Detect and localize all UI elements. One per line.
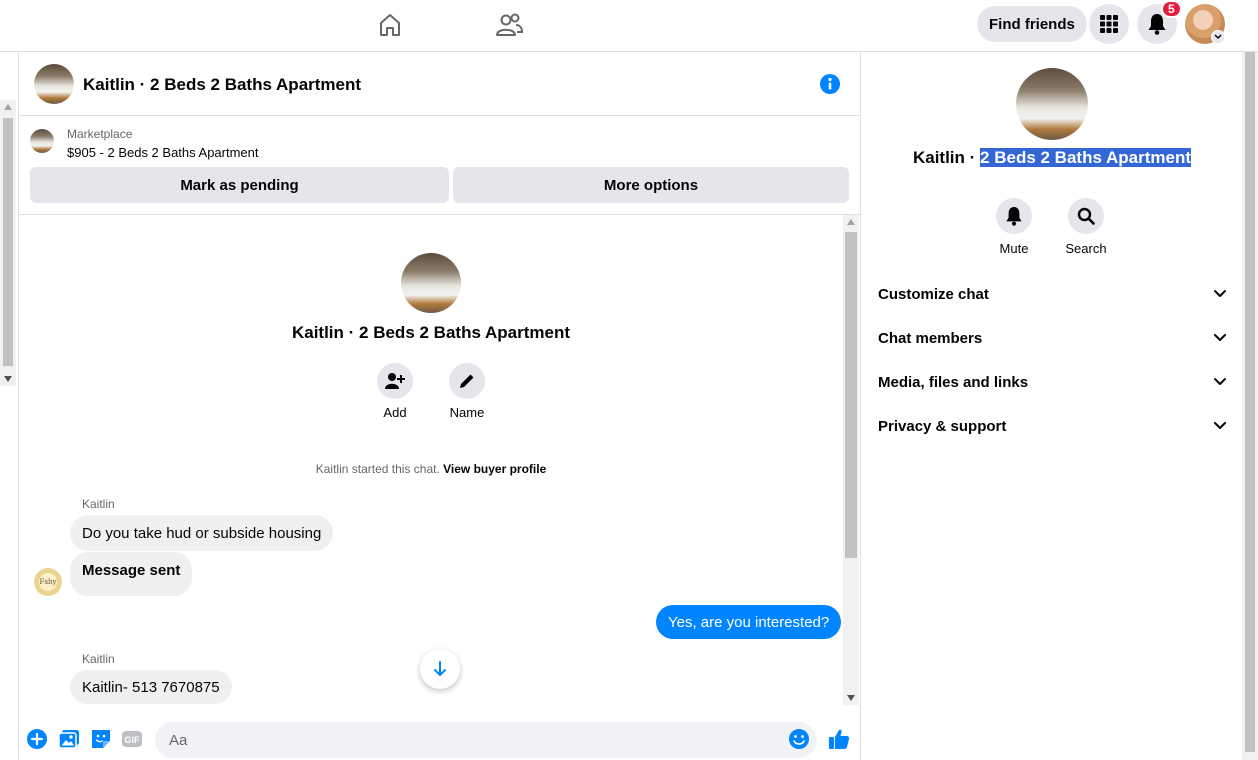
home-icon[interactable] xyxy=(370,8,410,42)
message-sender: Kaitlin xyxy=(82,652,115,666)
chat-panel: Kaitlin · 2 Beds 2 Baths Apartment Marke… xyxy=(18,52,861,760)
conversation-details-panel: Kaitlin · 2 Beds 2 Baths Apartment Mute … xyxy=(862,52,1242,760)
mark-as-pending-button[interactable]: Mark as pending xyxy=(30,167,449,203)
svg-text:GIF: GIF xyxy=(125,735,141,745)
info-icon[interactable] xyxy=(819,73,841,95)
selected-text: 2 Beds 2 Baths Apartment xyxy=(980,148,1192,167)
privacy-support-section[interactable]: Privacy & support xyxy=(878,406,1226,446)
chat-avatar[interactable] xyxy=(34,64,74,104)
more-options-button[interactable]: More options xyxy=(453,167,849,203)
chat-started-text: Kaitlin started this chat. xyxy=(315,462,440,476)
arrow-down-icon xyxy=(434,661,446,676)
add-member-button[interactable]: Add xyxy=(365,363,425,420)
message-sender: Kaitlin xyxy=(82,497,115,511)
details-chat-name: Kaitlin · 2 Beds 2 Baths Apartment xyxy=(862,148,1242,168)
details-avatar[interactable] xyxy=(1016,68,1088,140)
scroll-to-bottom-button[interactable] xyxy=(420,649,460,689)
notification-count-badge: 5 xyxy=(1161,0,1182,18)
scrollbar-thumb[interactable] xyxy=(3,118,13,366)
left-scrollbar[interactable] xyxy=(0,100,16,386)
intro-avatar xyxy=(401,253,461,313)
chevron-down-icon xyxy=(1214,422,1226,429)
menu-grid-icon[interactable] xyxy=(1089,4,1129,44)
listing-thumbnail[interactable] xyxy=(30,129,54,153)
find-friends-button[interactable]: Find friends xyxy=(977,6,1087,42)
thumbs-up-icon[interactable] xyxy=(827,727,851,751)
customize-chat-section[interactable]: Customize chat xyxy=(878,274,1226,314)
search-label: Search xyxy=(1065,241,1107,256)
plus-icon[interactable] xyxy=(25,727,49,751)
message-input[interactable] xyxy=(155,722,817,758)
intro-chat-name: Kaitlin · 2 Beds 2 Baths Apartment xyxy=(291,323,571,342)
marketplace-listing-banner: Marketplace $905 - 2 Beds 2 Baths Apartm… xyxy=(19,117,861,215)
messages-scrollbar[interactable] xyxy=(843,215,859,705)
scrollbar-thumb[interactable] xyxy=(1245,52,1255,752)
section-label: Media, files and links xyxy=(878,373,1029,391)
outgoing-message[interactable]: Yes, are you interested? xyxy=(656,605,842,639)
sender-avatar[interactable]: Fshy xyxy=(34,568,62,596)
top-navigation-bar: Find friends 5 xyxy=(0,0,1258,52)
bell-icon[interactable] xyxy=(996,198,1032,234)
add-label: Add xyxy=(383,405,407,420)
chat-header: Kaitlin · 2 Beds 2 Baths Apartment xyxy=(19,52,861,116)
message-composer: GIF xyxy=(19,705,861,760)
chevron-down-icon[interactable] xyxy=(1211,30,1225,44)
chat-members-section[interactable]: Chat members xyxy=(878,318,1226,358)
gif-icon[interactable]: GIF xyxy=(120,727,144,751)
chevron-down-icon xyxy=(1214,290,1226,297)
marketplace-label: Marketplace xyxy=(67,127,133,141)
friends-icon[interactable] xyxy=(489,8,529,42)
name-label: Name xyxy=(449,405,485,420)
incoming-message[interactable]: Message sent xyxy=(70,552,193,596)
incoming-message[interactable]: Do you take hud or subside housing xyxy=(70,515,334,551)
section-label: Customize chat xyxy=(878,285,989,303)
incoming-message[interactable]: Kaitlin- 513 7670875 xyxy=(70,670,232,704)
chat-started-notice: Kaitlin started this chat. View buyer pr… xyxy=(19,462,843,476)
search-icon[interactable] xyxy=(1068,198,1104,234)
emoji-icon[interactable] xyxy=(787,727,811,751)
chevron-down-icon xyxy=(1214,334,1226,341)
section-label: Chat members xyxy=(878,329,983,347)
section-label: Privacy & support xyxy=(878,417,1007,435)
chat-title[interactable]: Kaitlin · 2 Beds 2 Baths Apartment xyxy=(83,75,361,95)
mute-label: Mute xyxy=(999,241,1029,256)
add-person-icon[interactable] xyxy=(377,363,413,399)
page-scrollbar[interactable] xyxy=(1242,52,1258,760)
pencil-icon[interactable] xyxy=(449,363,485,399)
chevron-down-icon xyxy=(1214,378,1226,385)
photo-icon[interactable] xyxy=(57,727,81,751)
edit-name-button[interactable]: Name xyxy=(437,363,497,420)
view-buyer-profile-link[interactable]: View buyer profile xyxy=(443,462,546,476)
message-list: Kaitlin · 2 Beds 2 Baths Apartment Add N… xyxy=(19,215,861,705)
sticker-icon[interactable] xyxy=(89,727,113,751)
media-files-links-section[interactable]: Media, files and links xyxy=(878,362,1226,402)
mute-button[interactable]: Mute xyxy=(984,198,1044,256)
listing-title[interactable]: $905 - 2 Beds 2 Baths Apartment xyxy=(67,145,259,160)
search-button[interactable]: Search xyxy=(1056,198,1116,256)
scrollbar-thumb[interactable] xyxy=(845,232,857,558)
details-name-prefix: Kaitlin · xyxy=(912,148,981,167)
